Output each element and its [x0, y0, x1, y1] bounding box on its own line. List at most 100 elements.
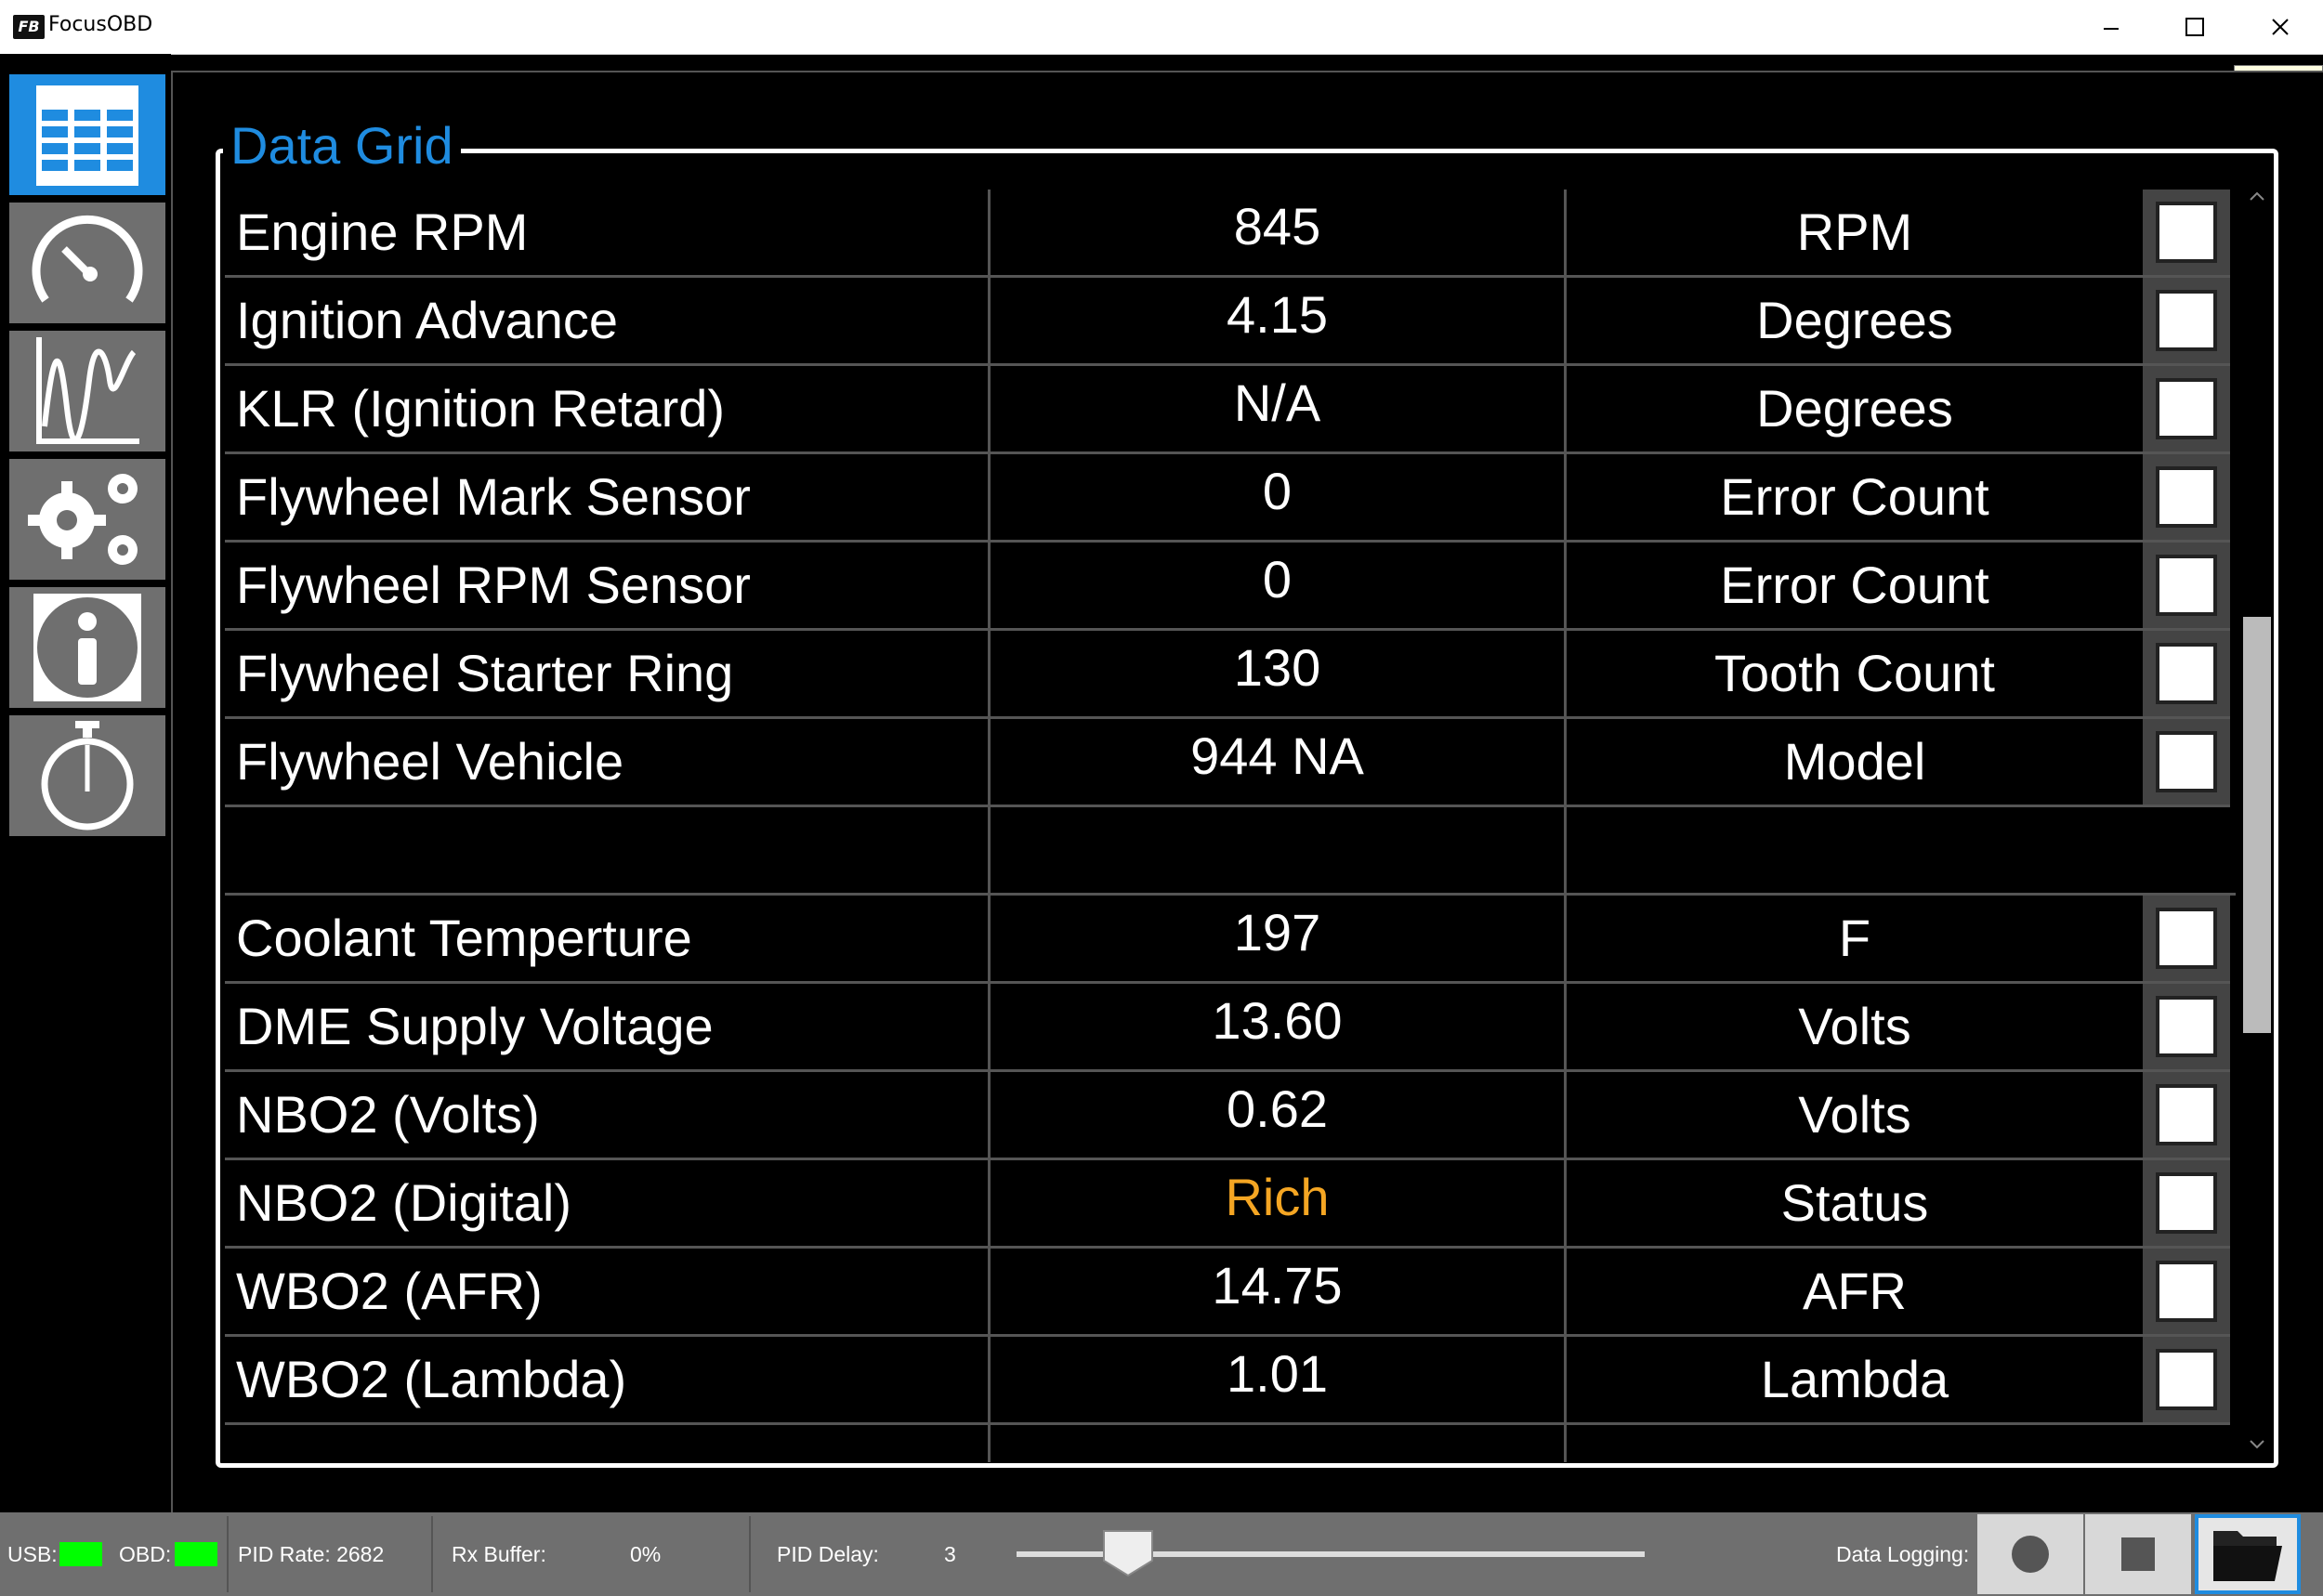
- row-unit: Status: [1567, 1160, 2143, 1249]
- record-button[interactable]: [1977, 1514, 2083, 1594]
- open-log-folder-button[interactable]: [2195, 1514, 2301, 1594]
- sidebar-item-timer[interactable]: [9, 715, 165, 836]
- log-checkbox[interactable]: [2156, 996, 2217, 1057]
- row-unit: F: [1567, 896, 2143, 984]
- log-checkbox[interactable]: [2156, 1172, 2217, 1234]
- row-name: Coolant Temperture: [225, 896, 991, 984]
- grid-scrollbar[interactable]: [2241, 182, 2273, 1459]
- row-unit: Volts: [1567, 1072, 2143, 1160]
- row-value: 944 NA: [991, 719, 1567, 807]
- table-row: Ignition Advance 4.15 Degrees: [225, 278, 2238, 366]
- rx-buffer-value: 0%: [630, 1542, 662, 1566]
- row-value: 14.75: [991, 1249, 1567, 1337]
- divider: [431, 1516, 433, 1592]
- row-unit: Degrees: [1567, 366, 2143, 454]
- row-value: 0: [991, 543, 1567, 631]
- table-row: Flywheel RPM Sensor 0 Error Count: [225, 543, 2238, 631]
- row-name: Flywheel Starter Ring: [225, 631, 991, 719]
- obd-status-indicator: [175, 1542, 217, 1566]
- gears-icon: [28, 474, 138, 565]
- row-value: Rich: [991, 1160, 1567, 1249]
- row-checkbox-cell: [2143, 1337, 2230, 1425]
- stop-button[interactable]: [2085, 1514, 2191, 1594]
- sidebar-item-data-grid[interactable]: [9, 74, 165, 195]
- log-checkbox[interactable]: [2156, 466, 2217, 528]
- row-unit: AFR: [1567, 1249, 2143, 1337]
- stop-icon: [2121, 1537, 2155, 1571]
- sidebar-item-graph[interactable]: [9, 331, 165, 451]
- row-unit: Degrees: [1567, 278, 2143, 366]
- scroll-up-button[interactable]: [2241, 182, 2273, 210]
- maximize-button[interactable]: [2152, 0, 2238, 54]
- row-value: 845: [991, 190, 1567, 278]
- log-checkbox[interactable]: [2156, 731, 2217, 792]
- row-checkbox-cell: [2143, 631, 2230, 719]
- log-checkbox[interactable]: [2156, 1349, 2217, 1410]
- row-name: Flywheel Mark Sensor: [225, 454, 991, 543]
- sidebar-item-gauges[interactable]: [9, 203, 165, 323]
- scroll-down-button[interactable]: [2241, 1431, 2273, 1459]
- row-checkbox-cell: [2143, 1160, 2230, 1249]
- window-title: FocusOBD: [48, 13, 153, 36]
- log-checkbox[interactable]: [2156, 908, 2217, 969]
- usb-status-indicator: [59, 1542, 102, 1566]
- row-value: N/A: [991, 366, 1567, 454]
- pid-delay-slider-thumb[interactable]: [1102, 1529, 1154, 1577]
- row-value: 13.60: [991, 984, 1567, 1072]
- data-grid: Engine RPM 845 RPM Ignition Advance 4.15…: [225, 190, 2238, 1462]
- row-name: WBO2 (Lambda): [225, 1337, 991, 1425]
- row-checkbox-cell: [2143, 543, 2230, 631]
- scroll-thumb[interactable]: [2243, 617, 2271, 1033]
- row-value: [991, 807, 1567, 896]
- chevron-down-icon: [2250, 1440, 2264, 1449]
- row-name: NBO2 (Digital): [225, 1160, 991, 1249]
- log-checkbox[interactable]: [2156, 1084, 2217, 1145]
- row-unit: Model: [1567, 719, 2143, 807]
- row-value: 130: [991, 631, 1567, 719]
- title-bar: FB FocusOBD: [0, 0, 2323, 55]
- table-row: WBO2 (AFR) 14.75 AFR: [225, 1249, 2238, 1337]
- spacer-row: [225, 807, 2238, 896]
- log-checkbox[interactable]: [2156, 378, 2217, 439]
- gauge-icon: [32, 215, 143, 303]
- row-value: 0: [991, 454, 1567, 543]
- row-unit: Error Count: [1567, 543, 2143, 631]
- rx-buffer-label: Rx Buffer:: [452, 1542, 546, 1566]
- close-icon: [2272, 19, 2289, 35]
- pid-rate: PID Rate: 2682: [238, 1542, 385, 1566]
- log-checkbox[interactable]: [2156, 643, 2217, 704]
- log-checkbox[interactable]: [2156, 1261, 2217, 1322]
- row-value: 4.15: [991, 278, 1567, 366]
- chevron-up-icon: [2250, 191, 2264, 201]
- table-row: WBO2 (Lambda) 1.01 Lambda: [225, 1337, 2238, 1425]
- log-checkbox[interactable]: [2156, 202, 2217, 263]
- divider: [749, 1516, 751, 1592]
- log-checkbox[interactable]: [2156, 555, 2217, 616]
- row-value: [991, 1425, 1567, 1462]
- table-row: NBO2 (Digital) Rich Status: [225, 1160, 2238, 1249]
- row-checkbox-cell: [2143, 454, 2230, 543]
- info-icon: [33, 594, 141, 701]
- minimize-button[interactable]: [2068, 0, 2154, 54]
- row-name: Engine RPM: [225, 190, 991, 278]
- sidebar-item-settings[interactable]: [9, 459, 165, 580]
- row-unit: [1567, 807, 2236, 896]
- table-row: Flywheel Starter Ring 130 Tooth Count: [225, 631, 2238, 719]
- row-unit: Lambda: [1567, 1337, 2143, 1425]
- log-checkbox[interactable]: [2156, 290, 2217, 351]
- close-button[interactable]: [2238, 0, 2323, 54]
- pid-delay-value: 3: [944, 1542, 956, 1566]
- row-name: KLR (Ignition Retard): [225, 366, 991, 454]
- chart-line-icon: [36, 337, 139, 444]
- divider: [227, 1516, 229, 1592]
- table-row: NBO2 (Volts) 0.62 Volts: [225, 1072, 2238, 1160]
- table-row: Coolant Temperture 197 F: [225, 896, 2238, 984]
- row-unit: Tooth Count: [1567, 631, 2143, 719]
- folder-icon: [2213, 1531, 2282, 1581]
- sidebar-item-info[interactable]: [9, 587, 165, 708]
- app-logo: FB: [13, 15, 45, 39]
- table-row: DME Supply Voltage 13.60 Volts: [225, 984, 2238, 1072]
- row-name: Ignition Advance: [225, 278, 991, 366]
- table-row: Flywheel Vehicle 944 NA Model: [225, 719, 2238, 807]
- pid-delay-label: PID Delay:: [777, 1542, 879, 1566]
